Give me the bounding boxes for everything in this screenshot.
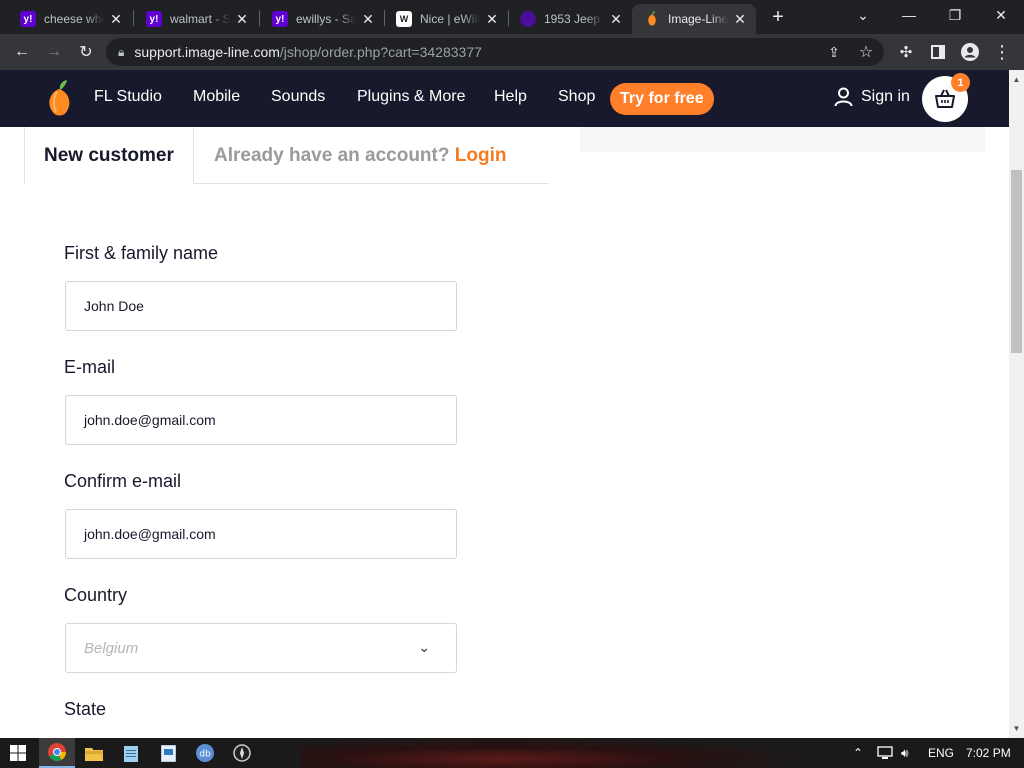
scroll-thumb[interactable] [1011, 170, 1022, 353]
yahoo-icon: y! [146, 11, 162, 27]
existing-account-text: Already have an account? [214, 145, 450, 166]
url-host: support.image-line.com [134, 44, 280, 60]
browser-tab-strip: y! cheese whe ✕ y! walmart - S ✕ y! ewil… [0, 0, 1024, 34]
scroll-up-icon[interactable]: ▲ [1009, 72, 1024, 87]
email-input[interactable]: john.doe@gmail.com [65, 395, 457, 445]
close-tab-icon[interactable]: ✕ [108, 11, 124, 27]
nav-help[interactable]: Help [494, 88, 527, 106]
extensions-icon[interactable]: ✣ [892, 38, 920, 66]
email-value: john.doe@gmail.com [84, 412, 216, 428]
app-db-icon[interactable]: db [187, 738, 223, 768]
windows-taskbar: db ⌃ 🔊︎ ENG 7:02 PM [0, 738, 1024, 768]
browser-toolbar: ← → ↻ 🔒︎ support.image-line.com/jshop/or… [0, 34, 1024, 70]
close-tab-icon[interactable]: ✕ [234, 11, 250, 27]
page-scrollbar[interactable]: ▲ ▼ [1009, 70, 1024, 738]
chevron-down-icon: ⌄ [418, 639, 430, 655]
close-tab-icon[interactable]: ✕ [608, 11, 624, 27]
network-icon[interactable] [877, 738, 893, 768]
reload-icon[interactable]: ↻ [72, 38, 100, 66]
browser-tab[interactable]: W Nice | eWill ✕ [384, 4, 508, 34]
name-input[interactable]: John Doe [65, 281, 457, 331]
wallpaper-peek [300, 738, 800, 768]
profile-icon[interactable] [956, 38, 984, 66]
name-label: First & family name [64, 243, 219, 263]
nav-plugins-more[interactable]: Plugins & More [357, 88, 466, 106]
nav-shop[interactable]: Shop [558, 88, 595, 106]
back-icon[interactable]: ← [8, 38, 36, 66]
country-label: Country [64, 585, 128, 605]
close-window-button[interactable]: ✕ [978, 0, 1024, 30]
chrome-taskbar-icon[interactable] [39, 738, 75, 768]
address-bar[interactable]: 🔒︎ support.image-line.com/jshop/order.ph… [106, 38, 884, 66]
confirm-email-input[interactable]: john.doe@gmail.com [65, 509, 457, 559]
sign-in-label: Sign in [861, 88, 910, 105]
confirm-email-label: Confirm e-mail [64, 471, 182, 491]
nav-mobile[interactable]: Mobile [193, 88, 240, 106]
site-header: FL Studio Mobile Sounds Plugins & More H… [0, 70, 1009, 127]
new-tab-button[interactable]: + [767, 6, 789, 28]
bookmark-star-icon[interactable]: ☆ [852, 38, 880, 66]
chrome-menu-icon[interactable]: ⋮ [988, 38, 1016, 66]
yahoo-icon: y! [20, 11, 36, 27]
country-select[interactable]: Belgium ⌄ [65, 623, 457, 673]
ewillys-icon: W [396, 11, 412, 27]
browser-tab[interactable]: 1953 Jeep ✕ [508, 4, 632, 34]
browser-tab[interactable]: y! cheese whe ✕ [8, 4, 132, 34]
scroll-down-icon[interactable]: ▼ [1009, 721, 1024, 736]
nav-sounds[interactable]: Sounds [271, 88, 325, 106]
notepad-icon[interactable] [113, 738, 149, 768]
forward-icon[interactable]: → [40, 38, 68, 66]
side-panel-icon[interactable] [924, 38, 952, 66]
order-summary-panel [580, 127, 985, 152]
yahoo-icon: y! [272, 11, 288, 27]
share-icon[interactable]: ⇪ [820, 38, 848, 66]
show-hidden-icons[interactable]: ⌃ [853, 738, 863, 768]
file-explorer-icon[interactable] [76, 738, 112, 768]
browser-tab[interactable]: y! ewillys - Sa ✕ [260, 4, 384, 34]
account-tabs: New customer Already have an account? Lo… [24, 127, 549, 184]
restore-button[interactable]: ❐ [932, 0, 978, 30]
document-viewer-icon[interactable] [150, 738, 186, 768]
windows-start-icon[interactable] [0, 738, 36, 768]
checkout-content: New customer Already have an account? Lo… [0, 127, 1009, 738]
email-label: E-mail [64, 357, 116, 377]
state-label: State [64, 699, 107, 719]
fl-studio-logo[interactable] [44, 80, 74, 118]
app-compass-icon[interactable] [224, 738, 260, 768]
browser-tab[interactable]: y! walmart - S ✕ [134, 4, 258, 34]
volume-icon[interactable]: 🔊︎ [901, 738, 909, 768]
browser-tab-active[interactable]: Image-Line ✕ [632, 4, 756, 34]
url-path: /jshop/order.php?cart=34283377 [279, 44, 482, 60]
cart-count-badge: 1 [951, 73, 970, 92]
tab-new-customer[interactable]: New customer [24, 127, 194, 184]
jeep-icon [520, 11, 536, 27]
language-indicator[interactable]: ENG [928, 738, 954, 768]
close-tab-icon[interactable]: ✕ [360, 11, 376, 27]
country-placeholder: Belgium [84, 639, 139, 657]
svg-text:db: db [199, 750, 211, 760]
lock-icon[interactable]: 🔒︎ [118, 45, 124, 60]
login-link[interactable]: Login [455, 145, 507, 166]
tab-existing-account[interactable]: Already have an account? Login [214, 145, 506, 167]
try-for-free-button[interactable]: Try for free [610, 83, 714, 115]
user-icon [834, 87, 853, 107]
clock[interactable]: 7:02 PM [966, 738, 1011, 768]
sign-in-link[interactable]: Sign in [834, 87, 910, 107]
close-tab-icon[interactable]: ✕ [484, 11, 500, 27]
name-value: John Doe [84, 298, 144, 314]
minimize-button[interactable]: — [886, 0, 932, 30]
fl-studio-icon [644, 11, 660, 27]
basket-icon [934, 89, 956, 109]
confirm-email-value: john.doe@gmail.com [84, 526, 216, 542]
tab-search-icon[interactable]: ⌄ [840, 0, 886, 30]
close-tab-icon[interactable]: ✕ [732, 11, 748, 27]
nav-fl-studio[interactable]: FL Studio [94, 88, 162, 106]
